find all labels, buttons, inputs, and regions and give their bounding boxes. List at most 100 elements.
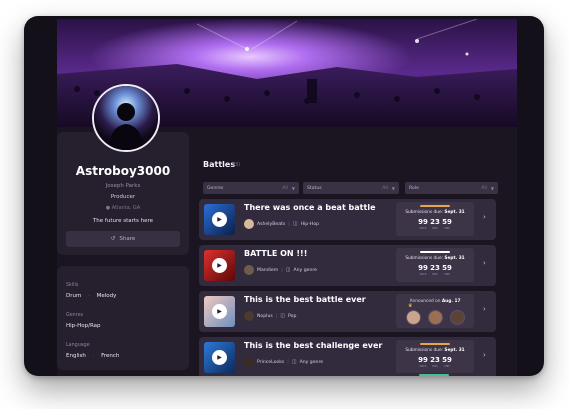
battle-card[interactable]: ▶ This is the best challenge ever Prince… — [199, 337, 496, 376]
doc-icon: ◫ — [291, 359, 297, 365]
language-item: French — [101, 353, 120, 359]
language-item: English — [66, 353, 86, 359]
progress-bar — [420, 343, 450, 345]
progress-bar — [420, 205, 450, 207]
share-button-label: Share — [119, 236, 136, 242]
battle-genre: Hip-Hop — [300, 221, 320, 227]
chevron-right-icon[interactable]: › — [483, 305, 486, 313]
separator: | — [281, 267, 283, 273]
battles-title: Battles — [203, 160, 236, 169]
profile-location-text: Atlanta, GA — [111, 205, 141, 211]
chevron-right-icon[interactable]: › — [483, 351, 486, 359]
doc-icon: ◫ — [285, 267, 291, 273]
battle-meta: AshelyBeats | ◫ Hip-Hop — [244, 219, 319, 229]
battle-host: AshelyBeats — [257, 221, 286, 227]
progress-bar — [420, 251, 450, 253]
countdown-box: Submissions due: Sept. 31 99 23 59 DAYS HRS… — [396, 202, 474, 236]
battle-meta: Noplus | ◫ Pop — [244, 311, 296, 321]
battle-thumbnail: ▶ — [204, 250, 235, 281]
battle-genre: Any genre — [299, 359, 324, 365]
skills-label: Skills — [66, 283, 79, 288]
play-icon[interactable]: ▶ — [212, 258, 227, 273]
filter-role-label: Role — [409, 185, 419, 191]
avatar — [244, 357, 254, 367]
battle-host: Mandiem — [257, 267, 279, 273]
battle-genre: Pop — [288, 313, 297, 319]
battle-host: Noplus — [257, 313, 273, 319]
chevron-right-icon[interactable]: › — [483, 259, 486, 267]
filter-genres-value: All — [282, 185, 288, 191]
chevron-down-icon: ▼ — [291, 185, 295, 191]
separator: | — [287, 359, 289, 365]
language-label: Language — [66, 343, 90, 348]
filter-status-value: All — [382, 185, 388, 191]
share-button[interactable]: ↺ Share — [66, 231, 180, 247]
countdown-units: DAYS HRS MIN — [419, 365, 450, 368]
chevron-right-icon[interactable]: › — [483, 213, 486, 221]
battle-thumbnail: ▶ — [204, 296, 235, 327]
battle-card[interactable]: ▶ BATTLE ON !!! Mandiem | ◫ Any genre Su… — [199, 245, 496, 286]
avatar — [428, 310, 443, 325]
device-frame: Astroboy3000 Joseph Parks Producer ● Atl… — [24, 16, 544, 376]
battle-card-partial — [199, 373, 496, 376]
filter-genres-label: Genres — [207, 185, 224, 191]
profile-role: Producer — [110, 194, 136, 200]
pin-icon: ● — [105, 205, 111, 211]
skills-card: Skills Drum · Melody Genres Hip-Hop/Rap … — [57, 266, 189, 370]
battle-card[interactable]: ▶ There was once a beat battle AshelyBea… — [199, 199, 496, 240]
battle-title: BATTLE ON !!! — [244, 249, 308, 258]
battles-count: (3) — [233, 162, 241, 168]
battle-title: There was once a beat battle — [244, 203, 376, 212]
play-icon[interactable]: ▶ — [212, 212, 227, 227]
avatar — [244, 265, 254, 275]
filter-status[interactable]: Status All ▼ — [303, 182, 399, 194]
separator: | — [275, 313, 278, 319]
skill-item: Melody — [96, 293, 117, 299]
share-icon: ↺ — [110, 236, 116, 242]
doc-icon: ◫ — [292, 221, 298, 227]
battle-thumbnail: ▶ — [204, 204, 235, 235]
countdown-digits: 99 23 59 — [418, 218, 452, 226]
submission-due: Submissions due: Sept. 31 — [405, 210, 465, 215]
profile-real-name: Joseph Parks — [105, 183, 141, 189]
countdown-box: Submissions due: Sept. 31 99 23 59 DAYS HRS… — [396, 248, 474, 282]
battle-genre: Any genre — [293, 267, 317, 273]
filter-role[interactable]: Role All ▼ — [405, 182, 498, 194]
profile-avatar — [92, 84, 160, 152]
crown-icon: ♛ — [408, 303, 413, 309]
profile-tagline: The future starts here — [92, 218, 154, 224]
profile-location: ● Atlanta, GA — [57, 205, 189, 211]
app-screen: Astroboy3000 Joseph Parks Producer ● Atl… — [57, 19, 517, 376]
battle-thumbnail: ▶ — [204, 342, 235, 373]
profile-username: Astroboy3000 — [75, 164, 171, 178]
chevron-down-icon: ▼ — [490, 185, 494, 191]
countdown-box: Submissions due: Sept. 31 99 23 59 DAYS HRS… — [396, 340, 474, 374]
avatar — [244, 219, 254, 229]
separator: | — [288, 221, 290, 227]
battle-card[interactable]: ▶ This is the best battle ever Noplus | … — [199, 291, 496, 332]
skill-item: Drum — [66, 293, 82, 299]
filter-status-label: Status — [307, 185, 322, 191]
countdown-digits: 99 23 59 — [418, 356, 452, 364]
battle-meta: Mandiem | ◫ Any genre — [244, 265, 317, 275]
play-icon[interactable]: ▶ — [212, 350, 227, 365]
battle-title: This is the best battle ever — [244, 295, 366, 304]
submission-due: Submissions due: Sept. 31 — [405, 348, 465, 353]
winners-box: Announced on Aug. 17 ♛ — [396, 294, 474, 328]
avatar — [406, 310, 421, 325]
battle-title: This is the best challenge ever — [244, 341, 383, 350]
genres-value: Hip-Hop/Rap — [66, 323, 101, 329]
countdown-digits: 99 23 59 — [418, 264, 452, 272]
winners-row: ♛ — [404, 303, 468, 325]
genres-label: Genres — [66, 313, 84, 318]
play-icon[interactable]: ▶ — [212, 304, 227, 319]
language-values: English · French — [66, 353, 120, 359]
filter-genres[interactable]: Genres All ▼ — [203, 182, 299, 194]
battle-meta: PrinceLooks | ◫ Any genre — [244, 357, 323, 367]
countdown-units: DAYS HRS MIN — [419, 227, 450, 230]
countdown-units: DAYS HRS MIN — [419, 273, 450, 276]
submission-due: Submissions due: Sept. 31 — [405, 256, 465, 261]
filter-role-value: All — [481, 185, 487, 191]
chevron-down-icon: ▼ — [391, 185, 395, 191]
avatar — [244, 311, 254, 321]
